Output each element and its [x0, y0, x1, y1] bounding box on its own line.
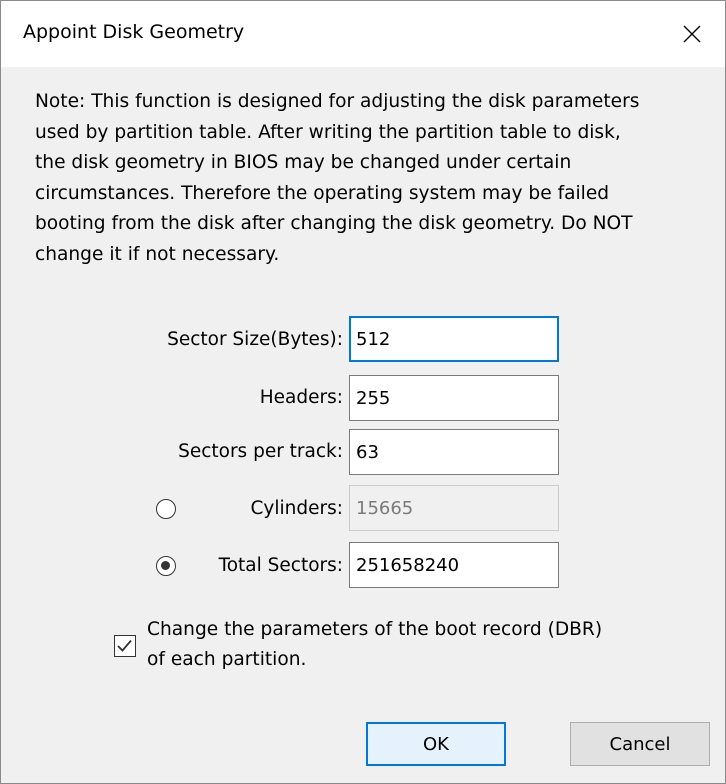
- sector-size-input[interactable]: [349, 316, 559, 362]
- headers-label: Headers:: [259, 387, 343, 408]
- note-line: the disk geometry in BIOS may be changed…: [35, 152, 572, 174]
- sector-size-label: Sector Size(Bytes):: [167, 329, 343, 350]
- note-line: booting from the disk after changing the…: [35, 213, 633, 235]
- change-dbr-label-line: of each partition.: [147, 649, 307, 670]
- sectors-per-track-input[interactable]: [349, 429, 559, 475]
- change-dbr-label[interactable]: Change the parameters of the boot record…: [147, 615, 602, 675]
- sectors-per-track-label: Sectors per track:: [178, 441, 343, 462]
- close-button[interactable]: [659, 1, 725, 67]
- ok-button[interactable]: OK: [366, 722, 506, 766]
- change-dbr-label-line: Change the parameters of the boot record…: [147, 619, 603, 640]
- headers-input[interactable]: [349, 375, 559, 421]
- total-sectors-radio[interactable]: [156, 556, 176, 576]
- note-line: circumstances. Therefore the operating s…: [35, 182, 610, 204]
- dialog-title: Appoint Disk Geometry: [23, 21, 245, 43]
- checkmark-icon: [117, 639, 132, 652]
- cancel-button[interactable]: Cancel: [570, 722, 710, 766]
- radio-selected-dot: [161, 561, 170, 570]
- note-line: used by partition table. After writing t…: [35, 121, 621, 143]
- close-icon: [683, 25, 701, 43]
- appoint-disk-geometry-dialog: Appoint Disk Geometry Note: This functio…: [0, 0, 726, 784]
- warning-note: Note: This function is designed for adju…: [35, 87, 719, 271]
- cylinders-label: Cylinders:: [250, 498, 343, 519]
- total-sectors-label: Total Sectors:: [218, 555, 343, 576]
- cylinders-input: [349, 485, 559, 531]
- note-line: change it if not necessary.: [35, 243, 280, 265]
- total-sectors-input[interactable]: [349, 542, 559, 588]
- change-dbr-checkbox[interactable]: [114, 635, 136, 657]
- title-bar: Appoint Disk Geometry: [1, 1, 725, 67]
- cylinders-radio[interactable]: [156, 499, 176, 519]
- note-line: Note: This function is designed for adju…: [35, 91, 640, 112]
